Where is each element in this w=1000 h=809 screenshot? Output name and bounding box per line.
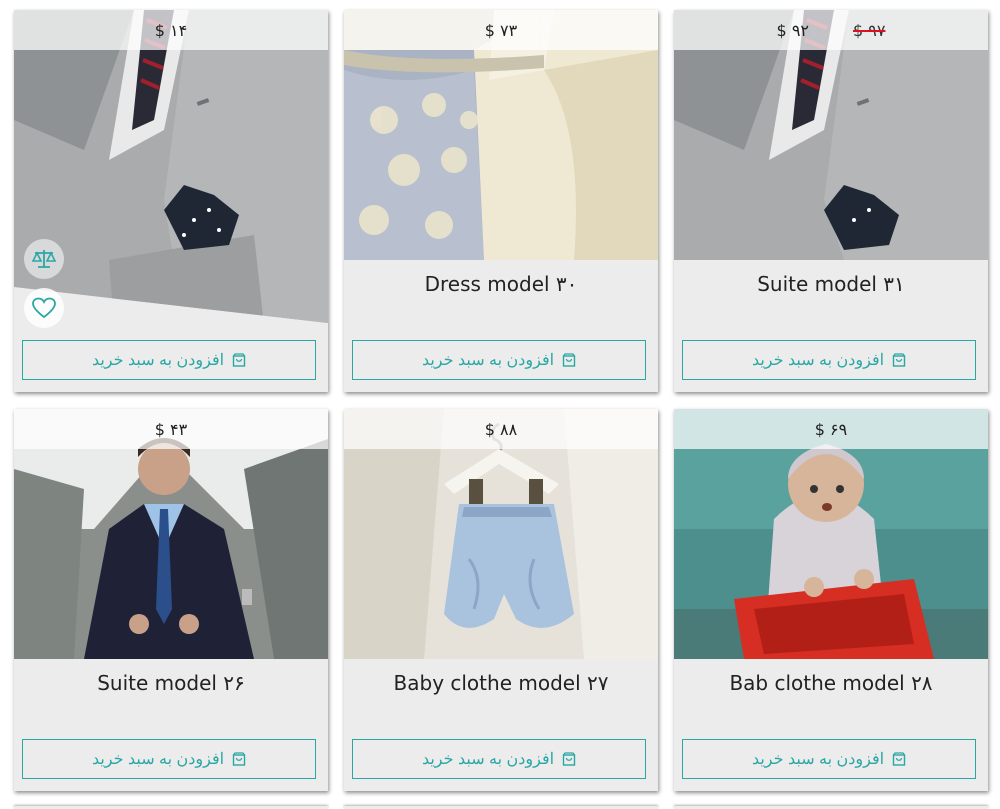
price: $ ۴۳ bbox=[154, 419, 188, 439]
add-to-cart-button[interactable]: افزودن به سبد خرید bbox=[22, 340, 316, 380]
add-to-cart-button[interactable]: افزودن به سبد خرید bbox=[22, 739, 316, 779]
product-grid: $ ۱۴ افزودن به سبد خرید $ ۷۳ Dress model… bbox=[14, 10, 988, 791]
price: $ ۷۳ bbox=[484, 20, 518, 40]
price-bar: $ ۹۲ $ ۹۷ bbox=[674, 10, 988, 50]
add-to-cart-label: افزودن به سبد خرید bbox=[91, 352, 225, 369]
price-bar: $ ۷۳ bbox=[344, 10, 658, 50]
product-card: $ ۶۹ Bab clothe model ۲۸ افزودن به سبد خ… bbox=[674, 409, 988, 791]
compare-button[interactable] bbox=[24, 239, 64, 279]
price: $ ۶۹ bbox=[814, 419, 848, 439]
add-to-cart-button[interactable]: افزودن به سبد خرید bbox=[682, 739, 976, 779]
add-to-cart-label: افزودن به سبد خرید bbox=[421, 751, 555, 768]
add-to-cart-label: افزودن به سبد خرید bbox=[751, 352, 885, 369]
product-card: $ ۷۳ Dress model ۳۰ افزودن به سبد خرید bbox=[344, 10, 658, 392]
shopping-bag-icon bbox=[892, 752, 906, 766]
product-title[interactable]: Suite model ۳۱ bbox=[674, 272, 988, 296]
price: $ ۱۴ bbox=[154, 20, 188, 40]
add-to-cart-button[interactable]: افزودن به سبد خرید bbox=[352, 340, 646, 380]
price-bar: $ ۴۳ bbox=[14, 409, 328, 449]
shopping-bag-icon bbox=[562, 353, 576, 367]
shopping-bag-icon bbox=[562, 752, 576, 766]
product-image[interactable] bbox=[14, 10, 328, 323]
product-card: $ ۹۲ $ ۹۷ Suite model ۳۱ افزودن به سبد خ… bbox=[674, 10, 988, 392]
scale-icon bbox=[32, 250, 56, 268]
product-card: $ ۱۴ افزودن به سبد خرید bbox=[14, 10, 328, 392]
price: $ ۹۲ bbox=[776, 20, 809, 40]
shopping-bag-icon bbox=[232, 752, 246, 766]
add-to-cart-button[interactable]: افزودن به سبد خرید bbox=[352, 739, 646, 779]
add-to-cart-label: افزودن به سبد خرید bbox=[91, 751, 225, 768]
product-title[interactable]: Baby clothe model ۲۷ bbox=[344, 671, 658, 695]
add-to-cart-label: افزودن به سبد خرید bbox=[751, 751, 885, 768]
price-bar: $ ۸۸ bbox=[344, 409, 658, 449]
shopping-bag-icon bbox=[232, 353, 246, 367]
old-price: $ ۹۷ bbox=[853, 20, 886, 40]
product-title[interactable]: Bab clothe model ۲۸ bbox=[674, 671, 988, 695]
add-to-cart-button[interactable]: افزودن به سبد خرید bbox=[682, 340, 976, 380]
price: $ ۸۸ bbox=[484, 419, 518, 439]
product-title[interactable]: Suite model ۲۶ bbox=[14, 671, 328, 695]
price-bar: $ ۶۹ bbox=[674, 409, 988, 449]
price-bar: $ ۱۴ bbox=[14, 10, 328, 50]
wishlist-button[interactable] bbox=[24, 288, 64, 328]
shopping-bag-icon bbox=[892, 353, 906, 367]
product-title[interactable]: Dress model ۳۰ bbox=[344, 272, 658, 296]
product-card: $ ۴۳ Suite model ۲۶ افزودن به سبد خرید bbox=[14, 409, 328, 791]
add-to-cart-label: افزودن به سبد خرید bbox=[421, 352, 555, 369]
heart-icon bbox=[32, 297, 56, 319]
product-card: $ ۸۸ Baby clothe model ۲۷ افزودن به سبد … bbox=[344, 409, 658, 791]
